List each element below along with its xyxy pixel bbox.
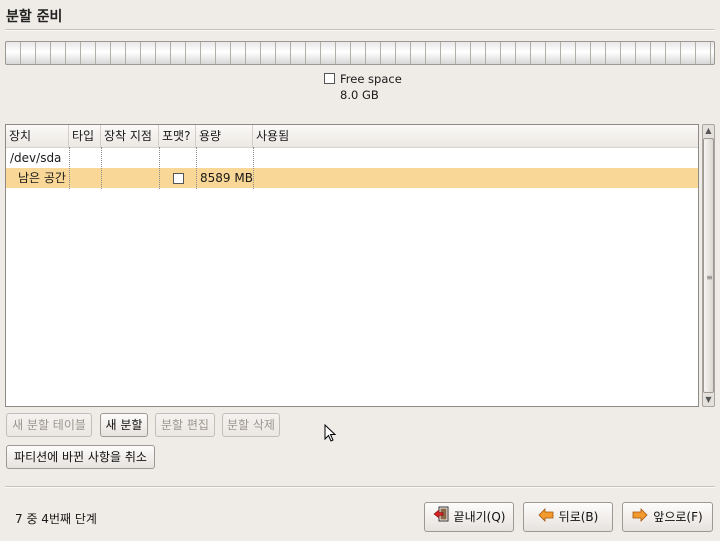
partition-table[interactable]: 장치 타입 장착 지점 포맷? 용량 사용됨 /dev/sda 남은 공간 85…	[5, 124, 699, 407]
page-title: 분할 준비	[6, 9, 63, 25]
legend-label: Free space	[340, 72, 402, 86]
new-partition-button[interactable]: 새 분할	[100, 413, 148, 437]
back-label: 뒤로(B)	[558, 510, 599, 524]
new-partition-table-button[interactable]: 새 분할 테이블	[6, 413, 92, 437]
table-scrollbar[interactable]: ▲ ≡ ▼	[702, 124, 715, 407]
quit-button[interactable]: 끝내기(Q)	[424, 502, 514, 532]
free-space-swatch	[324, 73, 335, 84]
row-size: 8589 MB	[200, 171, 253, 185]
column-divider	[69, 147, 70, 189]
column-header-type[interactable]: 타입	[69, 125, 101, 147]
forward-label: 앞으로(F)	[653, 510, 703, 524]
table-header: 장치 타입 장착 지점 포맷? 용량 사용됨	[6, 125, 698, 148]
step-indicator: 7 중 4번째 단계	[15, 512, 97, 526]
column-header-mount[interactable]: 장착 지점	[101, 125, 159, 147]
legend-size: 8.0 GB	[340, 88, 379, 102]
grip-icon: ≡	[706, 273, 713, 282]
arrow-right-icon	[632, 504, 648, 532]
column-divider	[101, 147, 102, 189]
footer-divider	[5, 486, 715, 488]
delete-partition-button[interactable]: 분할 삭제	[222, 413, 280, 437]
column-header-size[interactable]: 용량	[196, 125, 253, 147]
quit-icon	[433, 504, 449, 532]
column-divider	[253, 147, 254, 189]
edit-partition-button[interactable]: 분할 편집	[155, 413, 215, 437]
quit-label: 끝내기(Q)	[453, 510, 506, 524]
row-device: 남은 공간	[18, 171, 66, 185]
row-device: /dev/sda	[10, 151, 62, 165]
forward-button[interactable]: 앞으로(F)	[622, 502, 713, 532]
column-header-device[interactable]: 장치	[6, 125, 69, 147]
disk-usage-bar[interactable]	[5, 41, 715, 65]
scrollbar-thumb[interactable]: ≡	[703, 138, 714, 393]
revert-changes-button[interactable]: 파티션에 바뀐 사항을 취소	[6, 445, 155, 469]
scroll-up-icon[interactable]: ▲	[703, 125, 714, 137]
table-row[interactable]: 남은 공간 8589 MB	[6, 168, 698, 188]
format-checkbox[interactable]	[173, 173, 184, 184]
back-button[interactable]: 뒤로(B)	[523, 502, 613, 532]
column-divider	[196, 147, 197, 189]
scroll-down-icon[interactable]: ▼	[703, 394, 714, 406]
column-header-format[interactable]: 포맷?	[159, 125, 196, 147]
column-divider	[159, 147, 160, 189]
column-header-used[interactable]: 사용됨	[253, 125, 698, 147]
mouse-cursor-icon	[324, 423, 337, 445]
table-row[interactable]: /dev/sda	[6, 148, 698, 168]
arrow-left-icon	[538, 504, 554, 532]
title-divider	[5, 29, 715, 31]
